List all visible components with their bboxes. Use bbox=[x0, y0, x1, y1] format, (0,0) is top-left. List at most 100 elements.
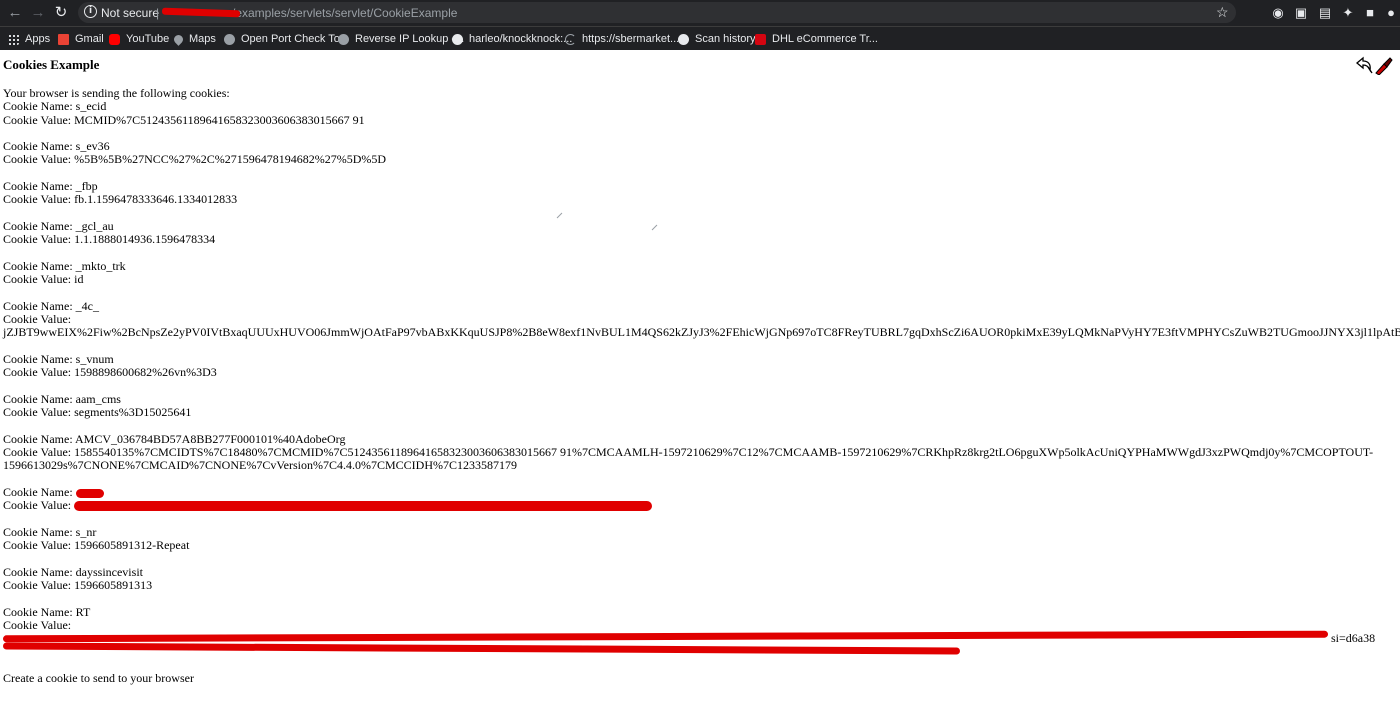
cookie-name-line: Cookie Name: dayssincevisit bbox=[3, 564, 143, 579]
security-label[interactable]: Not secure bbox=[101, 6, 159, 20]
cookie-name: RT bbox=[75, 604, 91, 619]
extension-icon[interactable]: ▣ bbox=[1293, 5, 1309, 20]
browser-chrome: ← → ↻ i Not secure | /examples/servlets/… bbox=[0, 0, 1400, 50]
cookie-name-line: Cookie Name: aam_cms bbox=[3, 391, 121, 406]
bookmark-star-icon[interactable]: ☆ bbox=[1216, 4, 1229, 21]
cookie-value: segments%3D15025641 bbox=[74, 405, 192, 420]
bookmark-open-port-check[interactable]: Open Port Check To... bbox=[224, 31, 349, 47]
cookie-value: 1.1.1888014936.1596478334 bbox=[74, 232, 216, 247]
cookie-name-line: Cookie Name: s_ecid bbox=[3, 99, 107, 114]
back-arrow-icon[interactable]: ← bbox=[5, 3, 25, 23]
cookie-entry: Cookie Name: s_ecid Cookie Value: MCMID%… bbox=[3, 100, 1400, 127]
cookie-value: MCMID%7C51243561189641658323003606383015… bbox=[74, 112, 365, 127]
cookie-value-line: Cookie Value: 1596605891313 bbox=[3, 577, 153, 592]
create-cookie-heading: Create a cookie to send to your browser bbox=[3, 671, 194, 686]
bookmark-reverse-ip[interactable]: Reverse IP Lookup -... bbox=[338, 31, 464, 47]
url-separator: | bbox=[156, 6, 160, 20]
cookie-entry: Cookie Name: s_nr Cookie Value: 15966058… bbox=[3, 524, 1400, 553]
source-code-icon[interactable] bbox=[1375, 57, 1393, 75]
cookie-value: 1596605891312-Repeat bbox=[74, 538, 190, 553]
cookie-name-line: Cookie Name: s_ev36 bbox=[3, 139, 110, 154]
cookie-name: AMCV_036784BD57A8BB277F000101%40AdobeOrg bbox=[75, 431, 346, 446]
dhl-icon bbox=[755, 33, 766, 45]
cookie-name: _4c_ bbox=[75, 298, 99, 313]
apps-grid-icon bbox=[8, 33, 19, 45]
cookie-name: _gcl_au bbox=[75, 218, 114, 233]
reload-icon[interactable]: ↻ bbox=[51, 3, 71, 23]
loading-icon bbox=[565, 33, 576, 45]
bookmark-github[interactable]: harleo/knockknock:... bbox=[452, 31, 572, 47]
gmail-icon bbox=[58, 33, 69, 45]
cookie-name-line: Cookie Name: RT bbox=[3, 604, 91, 619]
profile-avatar[interactable]: ● bbox=[1383, 5, 1399, 20]
return-arrow-icon[interactable] bbox=[1355, 56, 1373, 74]
cookie-value-tail: si=d6a38 bbox=[1331, 631, 1376, 646]
extension-icon[interactable]: ■ bbox=[1362, 5, 1378, 20]
cookie-entry: Cookie Name: _fbp Cookie Value: fb.1.159… bbox=[3, 179, 1400, 207]
translate-icon[interactable]: ▤ bbox=[1317, 5, 1333, 20]
corner-icons bbox=[1354, 55, 1394, 75]
youtube-icon bbox=[109, 33, 120, 45]
puzzle-icon[interactable]: ✦ bbox=[1340, 5, 1356, 20]
cookie-name: s_ecid bbox=[75, 99, 107, 114]
cookie-value-continued: 1596613029s%7CNONE%7CMCAID%7CNONE%7CvVer… bbox=[3, 458, 517, 473]
forward-arrow-icon[interactable]: → bbox=[28, 3, 48, 23]
cookie-value-line: Cookie Value: bbox=[3, 499, 1400, 512]
cookie-name-line: Cookie Name: bbox=[3, 485, 1400, 499]
cookie-value-line: Cookie Value: segments%3D15025641 bbox=[3, 405, 192, 420]
cookie-entry: Cookie Name: aam_cms Cookie Value: segme… bbox=[3, 391, 1400, 420]
cookie-name: s_ev36 bbox=[75, 139, 110, 154]
cookie-entry: Cookie Name: _gcl_au Cookie Value: 1.1.1… bbox=[3, 218, 1400, 247]
cookie-value-line: Cookie Value: 1585540135%7CMCIDTS%7C1848… bbox=[3, 445, 1374, 460]
cookie-value-line: Cookie Value: %5B%5B%27NCC%27%2C%2715964… bbox=[3, 152, 387, 167]
cookie-value-line: Cookie Value: 1.1.1888014936.1596478334 bbox=[3, 232, 216, 247]
cookie-entry-redacted: Cookie Name: Cookie Value: bbox=[3, 485, 1400, 513]
cookie-name: _mkto_trk bbox=[75, 258, 126, 273]
cookie-name: _fbp bbox=[75, 179, 98, 194]
bookmark-sbermarket[interactable]: https://sbermarket.... bbox=[565, 31, 682, 47]
cookie-value: fb.1.1596478333646.1334012833 bbox=[74, 192, 238, 207]
page-content: Cookies Example Your browser is sending … bbox=[0, 51, 1400, 704]
globe-icon bbox=[224, 33, 235, 45]
cookie-name: aam_cms bbox=[75, 391, 121, 406]
cookie-value-line: Cookie Value: 1598898600682%26vn%3D3 bbox=[3, 365, 217, 380]
cookie-entry: Cookie Name: s_ev36 Cookie Value: %5B%5B… bbox=[3, 140, 1400, 167]
cookie-value-line: Cookie Value: fb.1.1596478333646.1334012… bbox=[3, 192, 238, 207]
info-icon[interactable]: i bbox=[84, 5, 97, 18]
cookie-name-line: Cookie Name: s_nr bbox=[3, 524, 97, 539]
cookie-name-line: Cookie Name: s_vnum bbox=[3, 351, 114, 366]
browser-toolbar: ← → ↻ i Not secure | /examples/servlets/… bbox=[0, 0, 1400, 26]
bookmark-youtube[interactable]: YouTube bbox=[109, 31, 169, 47]
cookie-value: %5B%5B%27NCC%27%2C%271596478194682%27%5D… bbox=[74, 152, 387, 167]
cookie-value-line: Cookie Value: MCMID%7C512435611896416583… bbox=[3, 112, 365, 127]
cookie-name: s_nr bbox=[75, 524, 97, 539]
cookie-entry: Cookie Name: _mkto_trk Cookie Value: id bbox=[3, 258, 1400, 287]
cookie-entry: Cookie Name: s_vnum Cookie Value: 159889… bbox=[3, 351, 1400, 380]
cookie-name-line: Cookie Name: _gcl_au bbox=[3, 218, 114, 233]
cookie-value-line: Cookie Value: 1596605891312-Repeat bbox=[3, 538, 190, 553]
page-title: Cookies Example bbox=[3, 57, 100, 72]
cookie-entry: Cookie Name: _4c_ Cookie Value: jZJBT9ww… bbox=[3, 298, 1400, 340]
address-bar[interactable]: i Not secure | /examples/servlets/servle… bbox=[78, 2, 1236, 23]
intro-text: Your browser is sending the following co… bbox=[3, 86, 230, 100]
bookmark-dhl[interactable]: DHL eCommerce Tr... bbox=[755, 31, 878, 47]
cookie-value: 1598898600682%26vn%3D3 bbox=[74, 365, 217, 380]
bookmark-scan-history[interactable]: Scan history bbox=[678, 31, 756, 47]
bookmarks-bar: Apps Gmail YouTube Maps Open Port Check … bbox=[0, 26, 1400, 51]
cookie-name: s_vnum bbox=[75, 351, 114, 366]
cookie-entry: Cookie Name: dayssincevisit Cookie Value… bbox=[3, 564, 1400, 593]
scan-icon bbox=[678, 33, 689, 45]
bookmark-maps[interactable]: Maps bbox=[172, 31, 216, 47]
extension-icon[interactable]: ◉ bbox=[1270, 5, 1286, 20]
cookie-value: 1585540135%7CMCIDTS%7C18480%7CMCMID%7C51… bbox=[74, 445, 1374, 460]
cookie-name: dayssincevisit bbox=[75, 564, 143, 579]
cookie-value: jZJBT9wwEIX%2Fiw%2BcNpsZe2yPV0IVtBxaqUUU… bbox=[3, 325, 1400, 340]
bookmark-apps[interactable]: Apps bbox=[8, 31, 50, 47]
cookie-name-line: Cookie Name: _fbp bbox=[3, 179, 98, 194]
github-icon bbox=[452, 33, 463, 45]
cookie-name-line: Cookie Name: _mkto_trk bbox=[3, 258, 126, 273]
bookmark-gmail[interactable]: Gmail bbox=[58, 31, 104, 47]
cookie-list: Your browser is sending the following co… bbox=[3, 86, 1400, 686]
cookie-name-line: Cookie Name: _4c_ bbox=[3, 298, 99, 313]
redaction-mark bbox=[74, 501, 653, 512]
